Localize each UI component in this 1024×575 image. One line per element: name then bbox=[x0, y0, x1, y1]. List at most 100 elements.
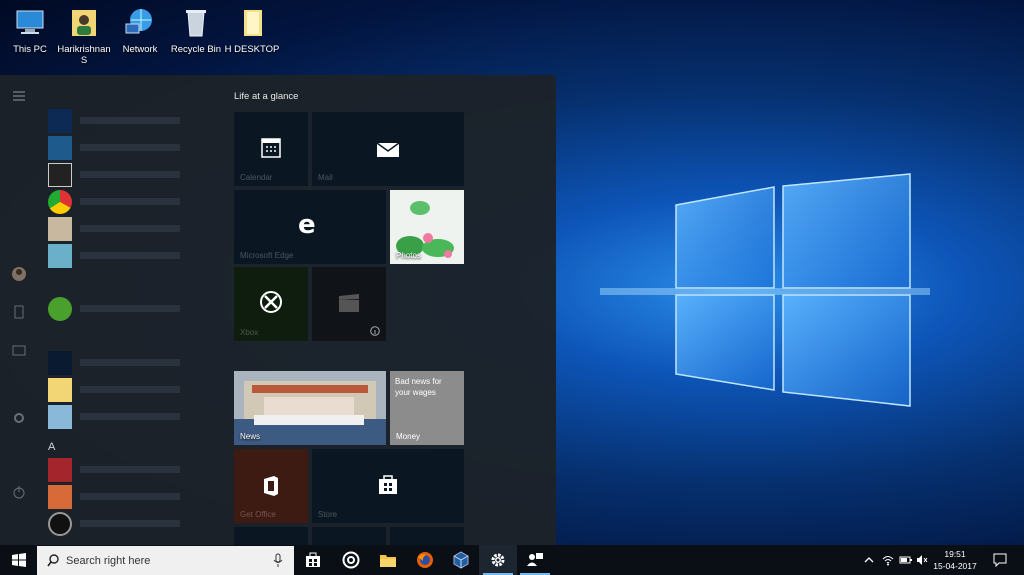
desktop-icon-network[interactable]: Network bbox=[110, 4, 170, 55]
app-name-placeholder bbox=[80, 520, 180, 527]
network-icon bbox=[125, 9, 152, 34]
desktop-icon-user-folder[interactable]: Harikrishnan S bbox=[54, 4, 114, 66]
tile-partial[interactable] bbox=[390, 527, 464, 545]
tile-mail[interactable]: Mail bbox=[312, 112, 464, 186]
app-list: A bbox=[38, 75, 208, 545]
microphone-icon[interactable] bbox=[273, 553, 283, 568]
groove-music-icon bbox=[342, 551, 360, 569]
money-headline: Bad news for your wages bbox=[395, 377, 442, 397]
info-icon bbox=[370, 326, 380, 336]
edge-icon: e bbox=[298, 210, 316, 240]
tile-label: Microsoft Edge bbox=[240, 251, 294, 260]
gear-icon bbox=[491, 553, 505, 567]
tile-label: Store bbox=[318, 510, 338, 519]
pictures-icon[interactable] bbox=[12, 343, 26, 357]
feedback-hub-icon bbox=[527, 553, 543, 566]
list-item[interactable] bbox=[48, 109, 198, 133]
taskbar-feedback[interactable] bbox=[516, 545, 554, 575]
tile-money[interactable]: Bad news for your wages Money bbox=[390, 371, 464, 445]
app-name-placeholder bbox=[80, 117, 180, 124]
desktop-icon-label: H DESKTOP bbox=[224, 44, 280, 55]
firefox-icon bbox=[417, 552, 433, 568]
user-avatar-icon[interactable] bbox=[12, 267, 26, 281]
app-name-placeholder bbox=[80, 493, 180, 500]
tile-label: Mail bbox=[318, 173, 333, 182]
battery-icon[interactable] bbox=[899, 554, 913, 566]
taskbar-virtualbox[interactable] bbox=[442, 545, 480, 575]
taskbar-store[interactable] bbox=[294, 545, 332, 575]
tile-get-office[interactable]: Get Office bbox=[234, 449, 308, 523]
wifi-icon[interactable] bbox=[882, 554, 894, 566]
tile-news[interactable]: News bbox=[234, 371, 386, 445]
desktop-icon-recycle-bin[interactable]: Recycle Bin bbox=[166, 4, 226, 55]
tile-label: Calendar bbox=[240, 173, 273, 182]
utorrent-icon bbox=[48, 297, 72, 321]
desktop-icon-label: Network bbox=[122, 44, 158, 55]
list-item[interactable] bbox=[48, 351, 198, 375]
desktop-icon-label: This PC bbox=[13, 44, 47, 55]
desktop-icon-label: Harikrishnan S bbox=[57, 44, 111, 66]
app-icon bbox=[48, 378, 72, 402]
tiles-group-title[interactable]: Life at a glance bbox=[234, 91, 298, 102]
tile-xbox[interactable]: Xbox bbox=[234, 267, 308, 341]
app-name-placeholder bbox=[80, 198, 180, 205]
folder-icon bbox=[244, 10, 262, 36]
list-item[interactable] bbox=[48, 163, 198, 187]
taskbar-groove[interactable] bbox=[332, 545, 370, 575]
app-icon bbox=[48, 485, 72, 509]
list-item[interactable] bbox=[48, 458, 198, 482]
list-item[interactable] bbox=[48, 217, 198, 241]
taskbar-file-explorer[interactable] bbox=[369, 545, 407, 575]
tile-label: Money bbox=[396, 432, 421, 441]
list-item[interactable] bbox=[48, 405, 198, 429]
start-left-rail bbox=[0, 75, 38, 545]
desktop-icon-h-desktop[interactable]: H DESKTOP bbox=[222, 4, 282, 55]
search-icon bbox=[47, 554, 59, 567]
list-item[interactable] bbox=[48, 136, 198, 160]
hamburger-menu-icon[interactable] bbox=[12, 89, 26, 103]
app-icon bbox=[48, 405, 72, 429]
tile-partial[interactable] bbox=[312, 527, 386, 545]
app-name-placeholder bbox=[80, 252, 180, 259]
taskbar-firefox[interactable] bbox=[406, 545, 444, 575]
xbox-icon bbox=[260, 291, 282, 313]
taskbar-settings[interactable] bbox=[479, 545, 517, 575]
tile-movies[interactable] bbox=[312, 267, 386, 341]
list-item[interactable] bbox=[48, 378, 198, 402]
section-letter-a[interactable]: A bbox=[48, 441, 55, 453]
volume-muted-icon[interactable] bbox=[916, 554, 928, 566]
clock[interactable]: 19:51 15-04-2017 bbox=[930, 548, 980, 572]
list-item[interactable] bbox=[48, 190, 198, 214]
tile-label: Photos bbox=[396, 251, 421, 260]
documents-icon[interactable] bbox=[12, 305, 26, 319]
tile-label: Xbox bbox=[240, 328, 259, 337]
chevron-up-icon[interactable] bbox=[863, 554, 875, 566]
desktop-icon-this-pc[interactable]: This PC bbox=[0, 4, 60, 55]
search-placeholder: Search right here bbox=[66, 555, 151, 567]
start-button[interactable] bbox=[0, 545, 38, 575]
settings-icon[interactable] bbox=[12, 411, 26, 425]
app-icon bbox=[48, 109, 72, 133]
list-item[interactable] bbox=[48, 297, 198, 321]
app-name-placeholder bbox=[80, 466, 180, 473]
desktop-icon-label: Recycle Bin bbox=[170, 44, 222, 55]
tile-calendar[interactable]: Calendar bbox=[234, 112, 308, 186]
tile-photos[interactable]: Photos bbox=[390, 190, 464, 264]
app-icon bbox=[48, 351, 72, 375]
store-icon bbox=[379, 475, 397, 494]
action-center-icon[interactable] bbox=[993, 553, 1007, 567]
windows-icon bbox=[12, 553, 26, 567]
tile-partial[interactable] bbox=[234, 527, 308, 545]
clock-date: 15-04-2017 bbox=[933, 561, 977, 571]
power-icon[interactable] bbox=[12, 485, 26, 499]
list-item[interactable] bbox=[48, 485, 198, 509]
search-box[interactable]: Search right here bbox=[37, 546, 294, 575]
user-folder-icon bbox=[72, 10, 96, 36]
app-name-placeholder bbox=[80, 144, 180, 151]
list-item[interactable] bbox=[48, 512, 198, 536]
list-item[interactable] bbox=[48, 244, 198, 268]
tile-microsoft-edge[interactable]: e Microsoft Edge bbox=[234, 190, 386, 264]
tile-store[interactable]: Store bbox=[312, 449, 464, 523]
app-icon bbox=[48, 136, 72, 160]
alarms-icon bbox=[48, 512, 72, 536]
